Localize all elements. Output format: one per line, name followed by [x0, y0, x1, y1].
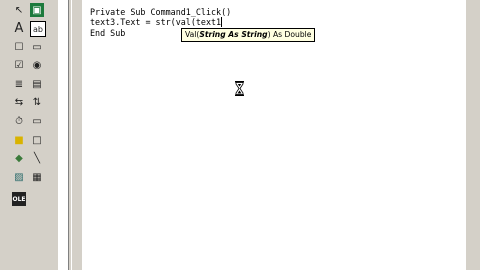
- tooltip-param: String As String: [199, 30, 268, 39]
- picturebox-icon[interactable]: ▣: [30, 3, 44, 17]
- commandbutton-icon[interactable]: ▭: [30, 40, 44, 54]
- code-editor[interactable]: Private Sub Command1_Click() text3.Text …: [82, 0, 466, 270]
- label-icon[interactable]: A: [12, 21, 26, 36]
- data-icon[interactable]: ▦: [30, 170, 44, 184]
- checkbox-icon[interactable]: ☑: [12, 58, 26, 72]
- text-caret: [221, 17, 223, 27]
- line-icon[interactable]: ╲: [30, 151, 44, 165]
- hscrollbar-icon[interactable]: ⇆: [12, 95, 26, 109]
- code-line: End Sub: [90, 28, 126, 38]
- listbox-icon[interactable]: ▤: [30, 77, 44, 91]
- code-line: text3.Text = str(val(text1: [90, 17, 223, 28]
- drivelistbox-icon[interactable]: ▭: [30, 114, 44, 128]
- timer-icon[interactable]: ⏱: [12, 114, 26, 128]
- optionbutton-icon[interactable]: ◉: [30, 58, 44, 72]
- right-scroll-area[interactable]: [466, 0, 480, 270]
- pointer-icon[interactable]: ↖: [12, 3, 26, 17]
- code-line-text: text3.Text = str(val(text1: [90, 17, 222, 27]
- vscrollbar-icon[interactable]: ⇅: [30, 95, 44, 109]
- image-icon[interactable]: ▨: [12, 170, 26, 184]
- quick-info-tooltip: Val(String As String) As Double: [181, 28, 316, 42]
- combobox-icon[interactable]: ≣: [12, 77, 26, 91]
- dirlistbox-icon[interactable]: ■: [12, 133, 26, 147]
- form-gap: [58, 0, 68, 270]
- frame-icon[interactable]: ☐: [12, 40, 26, 54]
- shape-icon[interactable]: ◆: [12, 151, 26, 165]
- ole-icon[interactable]: OLE: [12, 192, 26, 206]
- tooltip-prefix: Val(: [185, 30, 200, 39]
- tooltip-suffix: ) As Double: [267, 30, 312, 39]
- filelistbox-icon[interactable]: □: [30, 133, 44, 147]
- toolbox: ↖ ▣ A ab ☐ ▭ ☑ ◉ ≣ ▤ ⇆ ⇅ ⏱ ▭ ■ □ ◆ ╲ ▨ ▦…: [0, 0, 58, 270]
- code-gutter: [72, 0, 82, 270]
- textbox-icon[interactable]: ab: [30, 21, 46, 37]
- hourglass-cursor-icon: [235, 81, 244, 96]
